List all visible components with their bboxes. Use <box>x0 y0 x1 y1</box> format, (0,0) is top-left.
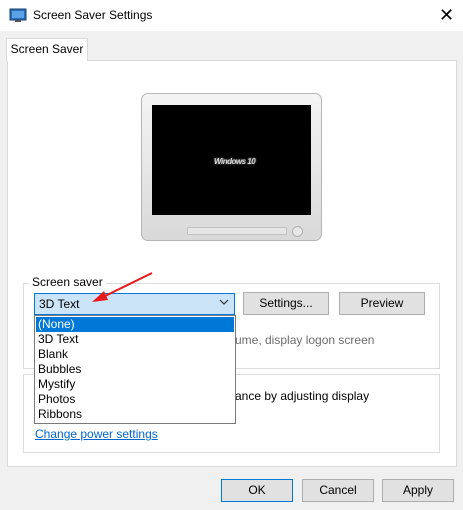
red-pointer-arrow-icon <box>92 272 153 302</box>
